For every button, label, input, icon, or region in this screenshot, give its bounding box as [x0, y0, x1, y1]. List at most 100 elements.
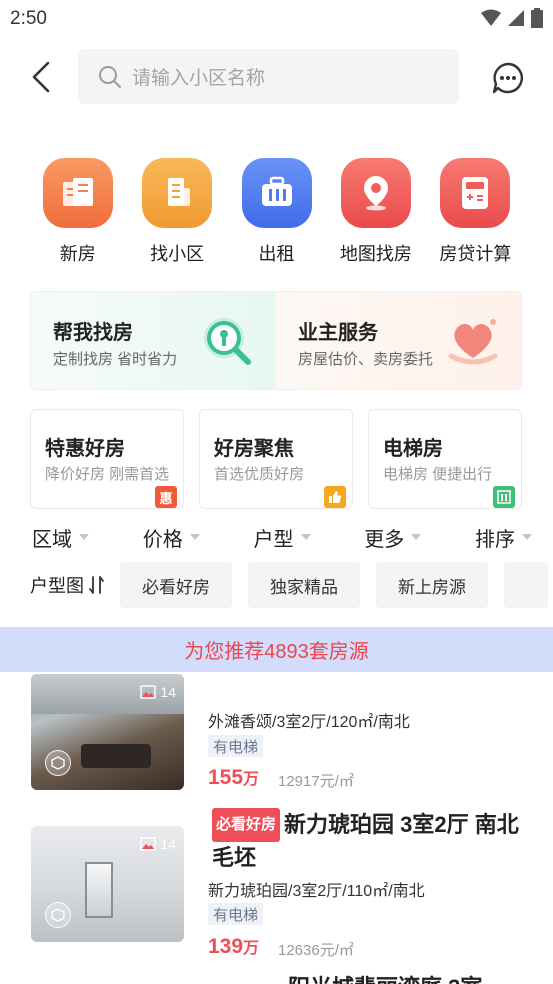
thumbs-up-icon	[324, 486, 346, 508]
listing-unit-price: 12917元/㎡	[278, 773, 354, 790]
feature-title: 好房聚焦	[214, 438, 294, 460]
calculator-icon	[440, 158, 511, 228]
listing-photo[interactable]: 14	[31, 674, 184, 790]
nav-label: 新房	[59, 244, 96, 264]
status-time: 2:50	[10, 8, 47, 29]
price-unit: 万	[243, 940, 260, 957]
filter-label: 价格	[142, 528, 183, 551]
status-icons	[481, 8, 543, 28]
listing-title: 阳光城翡丽湾庭 3室	[288, 972, 553, 984]
feature-subtitle: 降价好房 刚需首选	[45, 466, 170, 483]
chat-bubble-icon	[492, 62, 523, 94]
battery-icon	[531, 8, 543, 28]
service-title: 帮我找房	[53, 322, 133, 344]
wifi-icon	[481, 9, 501, 26]
tag-new-listings[interactable]: 新上房源	[376, 562, 488, 608]
signal-icon	[508, 10, 524, 26]
quick-tag-row: 户型图 必看好房 独家精品 新上房源	[30, 562, 553, 608]
nav-item-mortgage-calc[interactable]: 房贷计算	[426, 158, 525, 266]
elevator-icon	[493, 486, 515, 508]
image-icon	[140, 837, 157, 851]
photo-window	[85, 862, 113, 918]
nav-label: 地图找房	[339, 244, 412, 264]
new-house-icon	[42, 158, 113, 228]
listing-meta: 新力琥珀园/3室2厅/110㎡/南北	[208, 883, 425, 900]
heart-hand-icon	[448, 319, 498, 365]
filter-label: 区域	[32, 528, 72, 551]
listing-card[interactable]: 14 外滩香颂/3室2厅/120㎡/南北 有电梯 155万 12917元/㎡	[0, 674, 553, 804]
listing-price: 139万	[208, 934, 259, 959]
photo-count-value: 14	[160, 836, 176, 852]
filter-sort[interactable]: 排序	[475, 522, 532, 552]
search-placeholder: 请输入小区名称	[132, 68, 266, 89]
search-icon	[99, 65, 121, 88]
nav-label: 找小区	[150, 244, 205, 264]
feature-card-elevator[interactable]: 电梯房 电梯房 便捷出行	[368, 409, 522, 509]
vr-tour-icon[interactable]	[45, 750, 71, 776]
filter-label: 排序	[475, 528, 515, 551]
listing-card[interactable]: 14 必看好房 新力琥珀园 3室2厅 南北 毛坯 新力琥珀园/3室2厅/110㎡/…	[0, 808, 553, 968]
listing-title: 必看好房 新力琥珀园 3室2厅 南北 毛坯	[212, 808, 522, 874]
search-input[interactable]: 请输入小区名称	[78, 49, 459, 104]
listing-unit-price: 12636元/㎡	[278, 942, 354, 959]
chevron-left-icon	[32, 61, 50, 93]
owner-service-card[interactable]: 业主服务 房屋估价、卖房委托	[276, 292, 521, 389]
toggle-label: 户型图	[30, 576, 84, 596]
status-bar: 2:50	[0, 0, 553, 36]
recommend-banner: 为您推荐4893套房源	[0, 627, 553, 672]
nav-item-find-community[interactable]: 找小区	[127, 158, 226, 266]
listing-card[interactable]: 阳光城翡丽湾庭 3室	[0, 970, 553, 984]
caret-down-icon	[189, 534, 200, 540]
back-button[interactable]	[24, 58, 58, 96]
price-value: 139	[208, 935, 244, 958]
tag-must-see[interactable]: 必看好房	[120, 562, 232, 608]
feature-cards: 特惠好房 降价好房 刚需首选 惠 好房聚焦 首选优质好房 电梯房 电梯房 便捷出…	[30, 409, 522, 509]
price-unit: 万	[243, 771, 260, 788]
service-title: 业主服务	[298, 322, 378, 344]
filter-label: 更多	[364, 528, 405, 551]
nav-item-new-house[interactable]: 新房	[28, 158, 127, 266]
key-search-icon	[204, 318, 251, 365]
service-banner: 帮我找房 定制找房 省时省力 业主服务 房屋估价、卖房委托	[30, 291, 522, 390]
nav-label: 房贷计算	[439, 244, 512, 264]
filter-label: 户型	[253, 528, 294, 551]
feature-subtitle: 电梯房 便捷出行	[383, 466, 493, 483]
price-value: 155	[208, 766, 244, 789]
nav-grid: 新房 找小区 出租 地图找房 房贷计算	[28, 158, 525, 266]
photo-count: 14	[140, 836, 176, 852]
map-pin-icon	[340, 158, 411, 228]
listing-price: 155万	[208, 765, 259, 790]
sort-arrows-icon	[89, 576, 104, 594]
filter-price[interactable]: 价格	[143, 522, 200, 552]
feature-subtitle: 首选优质好房	[214, 466, 305, 483]
caret-down-icon	[79, 534, 89, 540]
caret-down-icon	[522, 534, 532, 540]
listing-meta: 外滩香颂/3室2厅/120㎡/南北	[208, 714, 410, 731]
feature-card-focus[interactable]: 好房聚焦 首选优质好房	[199, 409, 353, 509]
filter-more[interactable]: 更多	[364, 522, 422, 552]
service-subtitle: 定制找房 省时省力	[53, 351, 178, 368]
vr-tour-icon[interactable]	[45, 902, 71, 928]
tag-exclusive[interactable]: 独家精品	[248, 562, 360, 608]
feature-card-discount[interactable]: 特惠好房 降价好房 刚需首选 惠	[30, 409, 184, 509]
building-icon	[142, 158, 213, 228]
message-button[interactable]	[488, 58, 528, 98]
filter-bar: 区域 价格 户型 更多 排序	[32, 522, 532, 552]
photo-count-value: 14	[160, 684, 176, 700]
tag-more[interactable]	[504, 562, 548, 608]
image-icon	[140, 685, 157, 699]
listing-photo[interactable]: 14	[31, 826, 184, 942]
nav-item-rent[interactable]: 出租	[227, 158, 326, 266]
caret-down-icon	[411, 534, 422, 540]
nav-item-map-search[interactable]: 地图找房	[326, 158, 425, 266]
find-home-service-card[interactable]: 帮我找房 定制找房 省时省力	[31, 292, 276, 389]
nav-label: 出租	[258, 244, 295, 264]
photo-count: 14	[140, 684, 176, 700]
service-subtitle: 房屋估价、卖房委托	[298, 351, 434, 368]
filter-layout[interactable]: 户型	[254, 522, 311, 552]
discount-badge-icon: 惠	[155, 486, 177, 508]
floorplan-sort-toggle[interactable]: 户型图	[30, 572, 106, 598]
feature-title: 电梯房	[383, 438, 443, 460]
filter-district[interactable]: 区域	[32, 522, 89, 552]
listing-tag: 有电梯	[208, 903, 264, 925]
